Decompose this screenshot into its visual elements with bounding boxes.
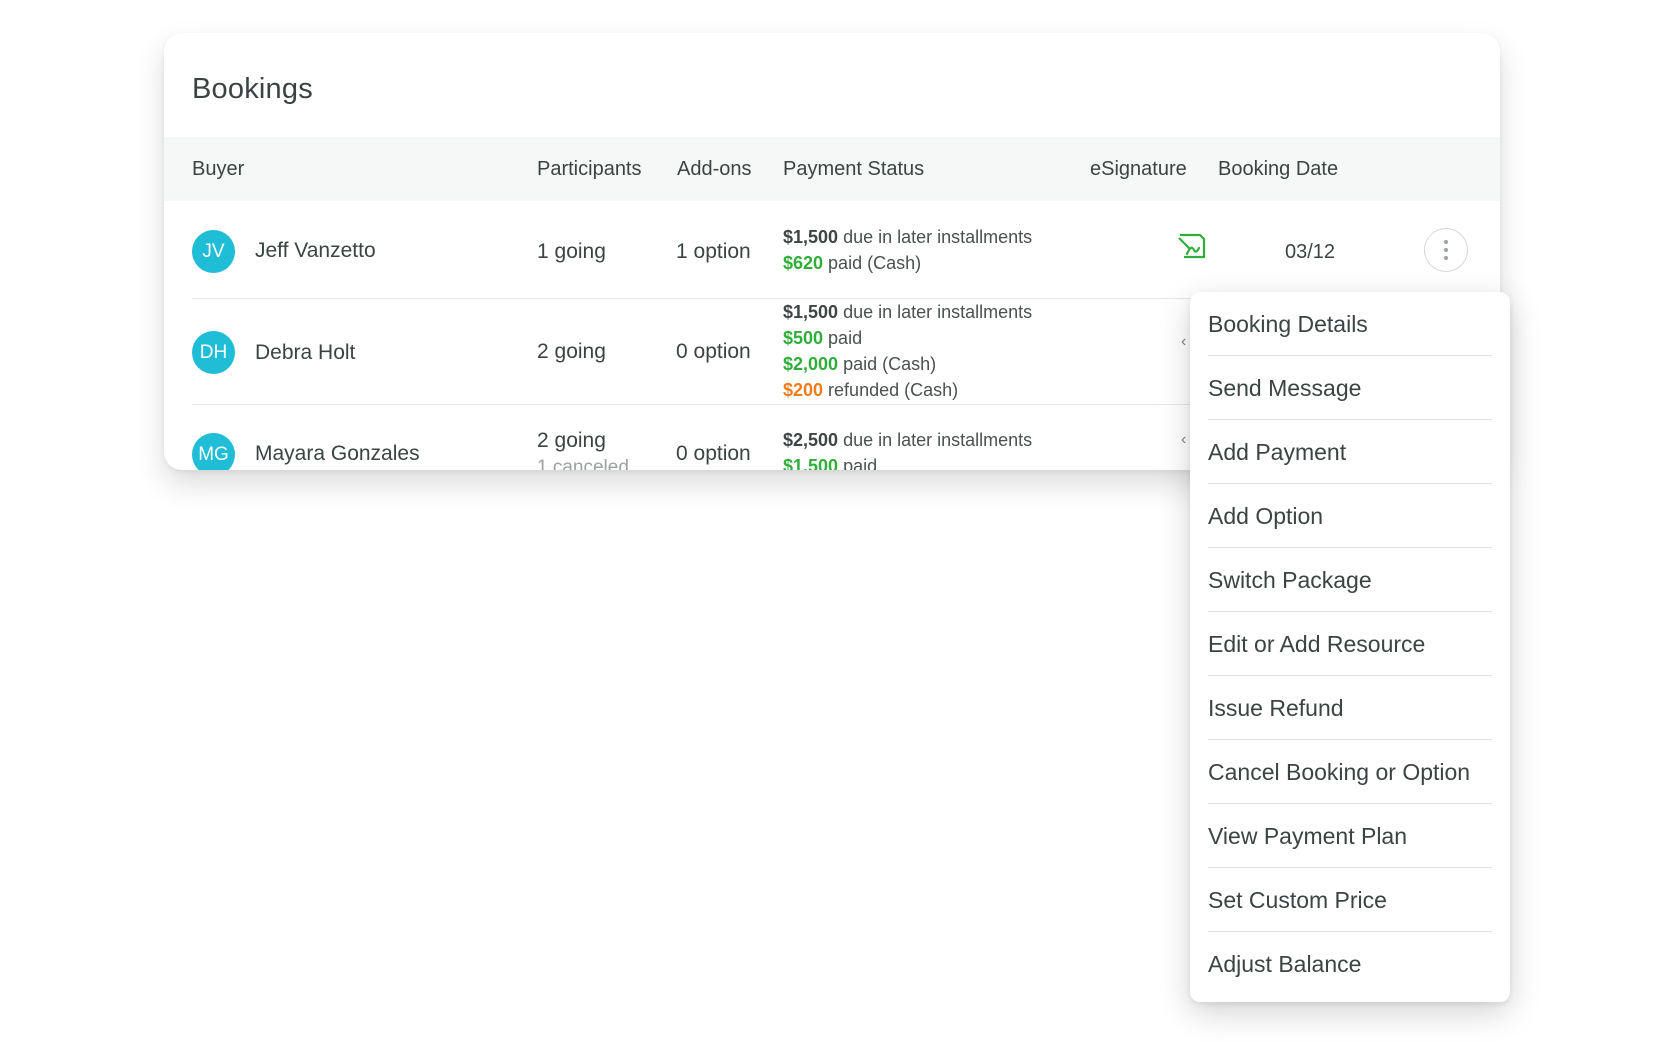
column-header-payment-status[interactable]: Payment Status [783,158,924,181]
buyer-name[interactable]: Debra Holt [255,341,355,365]
payment-amount: $200 [783,380,824,400]
more-dot [1444,240,1448,244]
payment-text: paid [823,328,863,348]
payment-text: refunded (Cash) [823,380,959,400]
buyer-name[interactable]: Jeff Vanzetto [255,239,376,263]
participants-count: 2 going [537,340,606,363]
column-header-participants[interactable]: Participants [537,158,642,181]
payment-amount: $1,500 [783,456,839,470]
addons-count: 0 option [676,442,751,465]
menu-item-cancel-booking-or-option[interactable]: Cancel Booking or Option [1208,740,1492,804]
payment-line: $200 refunded (Cash) [783,380,958,401]
payment-text: paid (Cash) [823,253,922,273]
payment-text: due in later installments [838,227,1033,247]
payment-amount: $1,500 [783,302,839,322]
payment-line: $2,500 due in later installments [783,430,1032,451]
menu-item-add-option[interactable]: Add Option [1208,484,1492,548]
payment-amount: $2,000 [783,354,839,374]
participants-count: 2 going [537,429,606,452]
menu-item-add-payment[interactable]: Add Payment [1208,420,1492,484]
row-actions-menu: Booking Details Send Message Add Payment… [1190,292,1510,1002]
menu-item-switch-package[interactable]: Switch Package [1208,548,1492,612]
avatar: MG [192,433,235,470]
avatar: JV [192,230,235,273]
menu-item-adjust-balance[interactable]: Adjust Balance [1208,932,1492,996]
column-header-esignature[interactable]: eSignature [1090,158,1187,181]
buyer-name[interactable]: Mayara Gonzales [255,442,420,466]
payment-text: paid [838,456,878,470]
payment-line: $500 paid [783,328,862,349]
more-dot [1444,256,1448,260]
signed-document-icon[interactable] [1177,232,1207,260]
participants-count: 1 going [537,240,606,263]
menu-item-edit-or-add-resource[interactable]: Edit or Add Resource [1208,612,1492,676]
addons-count: 0 option [676,340,751,363]
esignature-icon-partial: ‹ [1181,431,1187,448]
menu-item-set-custom-price[interactable]: Set Custom Price [1208,868,1492,932]
column-header-buyer[interactable]: Buyer [192,158,244,181]
participants-canceled: 1 canceled [537,457,629,470]
addons-count: 1 option [676,240,751,263]
menu-item-view-payment-plan[interactable]: View Payment Plan [1208,804,1492,868]
payment-line: $2,000 paid (Cash) [783,354,936,375]
payment-line: $620 paid (Cash) [783,253,921,274]
column-header-addons[interactable]: Add-ons [677,158,752,181]
column-header-booking-date[interactable]: Booking Date [1218,158,1338,181]
payment-amount: $1,500 [783,227,839,247]
table-header: Buyer Participants Add-ons Payment Statu… [164,137,1500,201]
more-dot [1444,248,1448,252]
table-row[interactable]: JV Jeff Vanzetto 1 going 1 option $1,500… [164,201,1500,299]
payment-line: $1,500 due in later installments [783,227,1032,248]
payment-amount: $500 [783,328,824,348]
payment-line: $1,500 due in later installments [783,302,1032,323]
payment-text: due in later installments [838,302,1033,322]
page-title: Bookings [192,73,313,105]
bookings-screen: Bookings Buyer Participants Add-ons Paym… [0,0,1667,1042]
avatar: DH [192,331,235,374]
payment-text: due in later installments [838,430,1033,450]
booking-date: 03/12 [1285,241,1336,263]
menu-item-issue-refund[interactable]: Issue Refund [1208,676,1492,740]
payment-line: $1,500 paid [783,456,877,470]
payment-amount: $2,500 [783,430,839,450]
payment-text: paid (Cash) [838,354,937,374]
esignature-icon-partial: ‹ [1181,333,1187,350]
menu-item-send-message[interactable]: Send Message [1208,356,1492,420]
menu-item-booking-details[interactable]: Booking Details [1208,292,1492,356]
row-actions-button[interactable] [1424,228,1468,272]
payment-amount: $620 [783,253,824,273]
